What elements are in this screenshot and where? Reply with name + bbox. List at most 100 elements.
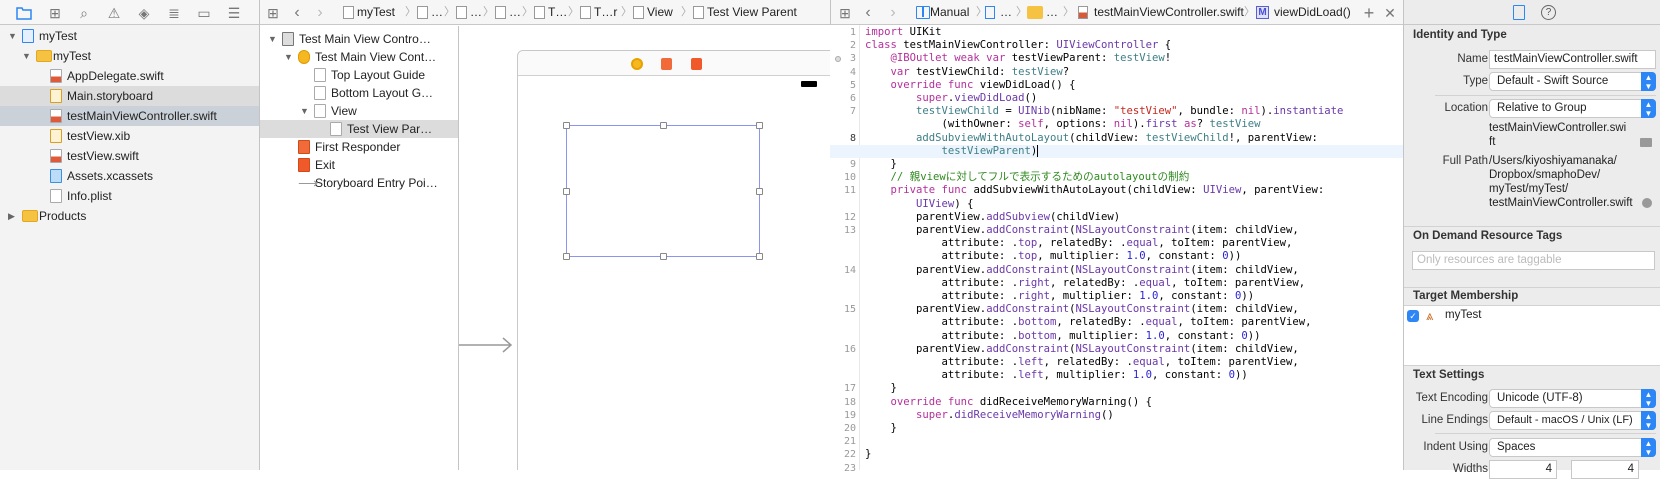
file-tree-item[interactable]: Main.storyboard (0, 86, 259, 106)
file-tree-item[interactable]: testView.swift (0, 146, 259, 166)
code-line[interactable]: 9 } (830, 158, 1403, 171)
outline-item[interactable]: ⟶ Storyboard Entry Poi… (260, 174, 458, 192)
code-line[interactable]: 17 } (830, 382, 1403, 395)
list-icon[interactable]: ≣ (166, 5, 182, 21)
name-field[interactable]: testMainViewController.swift (1489, 50, 1656, 69)
test-diamond-icon[interactable]: ◈ (136, 5, 152, 21)
jumpbar-item[interactable]: T…r (594, 0, 617, 25)
disclosure-open-icon[interactable]: ▼ (22, 46, 31, 66)
outline-item[interactable]: Test View Par… (260, 120, 458, 138)
code-line[interactable]: 4 var testViewChild: testView? (830, 66, 1403, 79)
reveal-arrow-icon[interactable] (1642, 198, 1652, 208)
code-line[interactable]: 2 class testMainViewController: UIViewCon… (830, 39, 1403, 52)
code-line[interactable]: attribute: .left, multiplier: 1.0, const… (830, 369, 1403, 382)
tags-field[interactable]: Only resources are taggable (1412, 251, 1655, 270)
related-items-icon[interactable]: ⊞ (837, 5, 853, 21)
code-line[interactable]: attribute: .right, multiplier: 1.0, cons… (830, 290, 1403, 303)
test-view-parent[interactable] (563, 122, 763, 260)
resize-handle[interactable] (563, 122, 570, 129)
code-line[interactable]: 6 super.viewDidLoad() (830, 92, 1403, 105)
jumpbar-file[interactable]: testMainViewController.swift (1094, 0, 1244, 25)
back-icon[interactable]: ‹ (860, 5, 876, 21)
resize-handle[interactable] (660, 122, 667, 129)
back-icon[interactable]: ‹ (289, 5, 305, 21)
jumpbar-mode[interactable]: Manual (930, 0, 969, 25)
code-line[interactable]: 15 parentView.addConstraint(NSLayoutCons… (830, 303, 1403, 316)
disclosure-open-icon[interactable]: ▼ (268, 30, 277, 48)
indent-select[interactable]: Spaces ▲ ▼ (1489, 438, 1656, 457)
jumpbar-method[interactable]: viewDidLoad() (1274, 0, 1351, 25)
disclosure-open-icon[interactable]: ▼ (8, 26, 17, 46)
view-controller-icon[interactable] (631, 58, 643, 70)
folder-icon[interactable] (16, 5, 32, 21)
file-tree-item[interactable]: testMainViewController.swift (0, 106, 259, 126)
related-items-icon[interactable]: ⊞ (265, 5, 281, 21)
target-checkbox[interactable]: ✓ (1407, 310, 1419, 322)
jumpbar-item[interactable]: View (647, 0, 673, 25)
encoding-select[interactable]: Unicode (UTF-8) ▲ ▼ (1489, 389, 1656, 408)
code-line[interactable]: 10 // 親viewに対してフルで表示するためのautolayoutの制約 (830, 171, 1403, 184)
assistant-editor-icon[interactable] (916, 6, 930, 19)
code-line[interactable]: 20 } (830, 422, 1403, 435)
resize-handle[interactable] (563, 253, 570, 260)
code-line[interactable]: 13 parentView.addConstraint(NSLayoutCons… (830, 224, 1403, 237)
code-line[interactable]: 5 override func viewDidLoad() { (830, 79, 1403, 92)
jumpbar-group[interactable]: … (1000, 0, 1012, 25)
jumpbar-group[interactable]: … (1046, 0, 1058, 25)
code-line[interactable]: 16 parentView.addConstraint(NSLayoutCons… (830, 343, 1403, 356)
code-line[interactable]: 19 super.didReceiveMemoryWarning() (830, 409, 1403, 422)
resize-handle[interactable] (660, 253, 667, 260)
outline-item[interactable]: Bottom Layout G… (260, 84, 458, 102)
outline-item[interactable]: ▼ View (260, 102, 458, 120)
code-line[interactable]: attribute: .top, relatedBy: .equal, toIt… (830, 237, 1403, 250)
file-tree-item[interactable]: AppDelegate.swift (0, 66, 259, 86)
code-line[interactable]: 3 @IBOutlet weak var testViewParent: tes… (830, 52, 1403, 65)
type-select[interactable]: Default - Swift Source ▲ ▼ (1489, 72, 1656, 91)
outline-item[interactable]: First Responder (260, 138, 458, 156)
code-line[interactable]: attribute: .bottom, multiplier: 1.0, con… (830, 330, 1403, 343)
code-line[interactable]: (withOwner: self, options: nil).first as… (830, 118, 1403, 131)
jumpbar-item[interactable]: … (470, 0, 482, 25)
code-line[interactable]: attribute: .top, multiplier: 1.0, consta… (830, 250, 1403, 263)
code-line[interactable]: attribute: .right, relatedBy: .equal, to… (830, 277, 1403, 290)
view-controller-scene[interactable] (517, 50, 830, 470)
report-icon[interactable]: ☰ (226, 5, 242, 21)
code-line[interactable]: 23 (830, 462, 1403, 475)
add-editor-icon[interactable]: + (1361, 4, 1377, 22)
resize-handle[interactable] (756, 253, 763, 260)
file-tree-item[interactable]: Info.plist (0, 186, 259, 206)
code-line[interactable]: 21 (830, 435, 1403, 448)
jumpbar-item[interactable]: … (431, 0, 443, 25)
file-tree-item[interactable]: testView.xib (0, 126, 259, 146)
folder-icon[interactable] (1640, 138, 1652, 147)
code-line[interactable]: UIView) { (830, 198, 1403, 211)
outline-item[interactable]: ▼ Test Main View Cont… (260, 48, 458, 66)
breakpoint-icon[interactable]: ▭ (196, 5, 212, 21)
forward-icon[interactable]: › (312, 5, 328, 21)
resize-handle[interactable] (563, 188, 570, 195)
code-line[interactable]: 1 import UIKit (830, 26, 1403, 39)
code-line[interactable]: attribute: .bottom, relatedBy: .equal, t… (830, 316, 1403, 329)
code-line[interactable]: 14 parentView.addConstraint(NSLayoutCons… (830, 264, 1403, 277)
disclosure-open-icon[interactable]: ▼ (284, 48, 293, 66)
code-line[interactable]: 8 addSubviewWithAutoLayout(childView: te… (830, 132, 1403, 145)
file-tree-item[interactable]: Assets.xcassets (0, 166, 259, 186)
file-tree-item[interactable]: ▼ myTest (0, 46, 259, 66)
close-icon[interactable]: ✕ (1382, 5, 1398, 21)
exit-icon[interactable] (691, 58, 702, 70)
quick-help-icon[interactable]: ? (1541, 5, 1556, 20)
first-responder-icon[interactable] (661, 58, 672, 70)
jumpbar-item[interactable]: … (509, 0, 521, 25)
endings-select[interactable]: Default - macOS / Unix (LF) ▲ ▼ (1489, 411, 1656, 430)
jumpbar-item[interactable]: T… (548, 0, 567, 25)
file-tree-item[interactable]: ▼ myTest (0, 26, 259, 46)
code-line[interactable]: attribute: .left, relatedBy: .equal, toI… (830, 356, 1403, 369)
code-line[interactable]: 18 override func didReceiveMemoryWarning… (830, 396, 1403, 409)
jumpbar-item[interactable]: Test View Parent (707, 0, 797, 25)
resize-handle[interactable] (756, 122, 763, 129)
search-icon[interactable]: ⌕ (76, 5, 92, 21)
jumpbar-item[interactable]: myTest (357, 0, 395, 25)
resize-handle[interactable] (756, 188, 763, 195)
code-line[interactable]: 7 testViewChild = UINib(nibName: "testVi… (830, 105, 1403, 118)
code-line[interactable]: 11 private func addSubviewWithAutoLayout… (830, 184, 1403, 197)
